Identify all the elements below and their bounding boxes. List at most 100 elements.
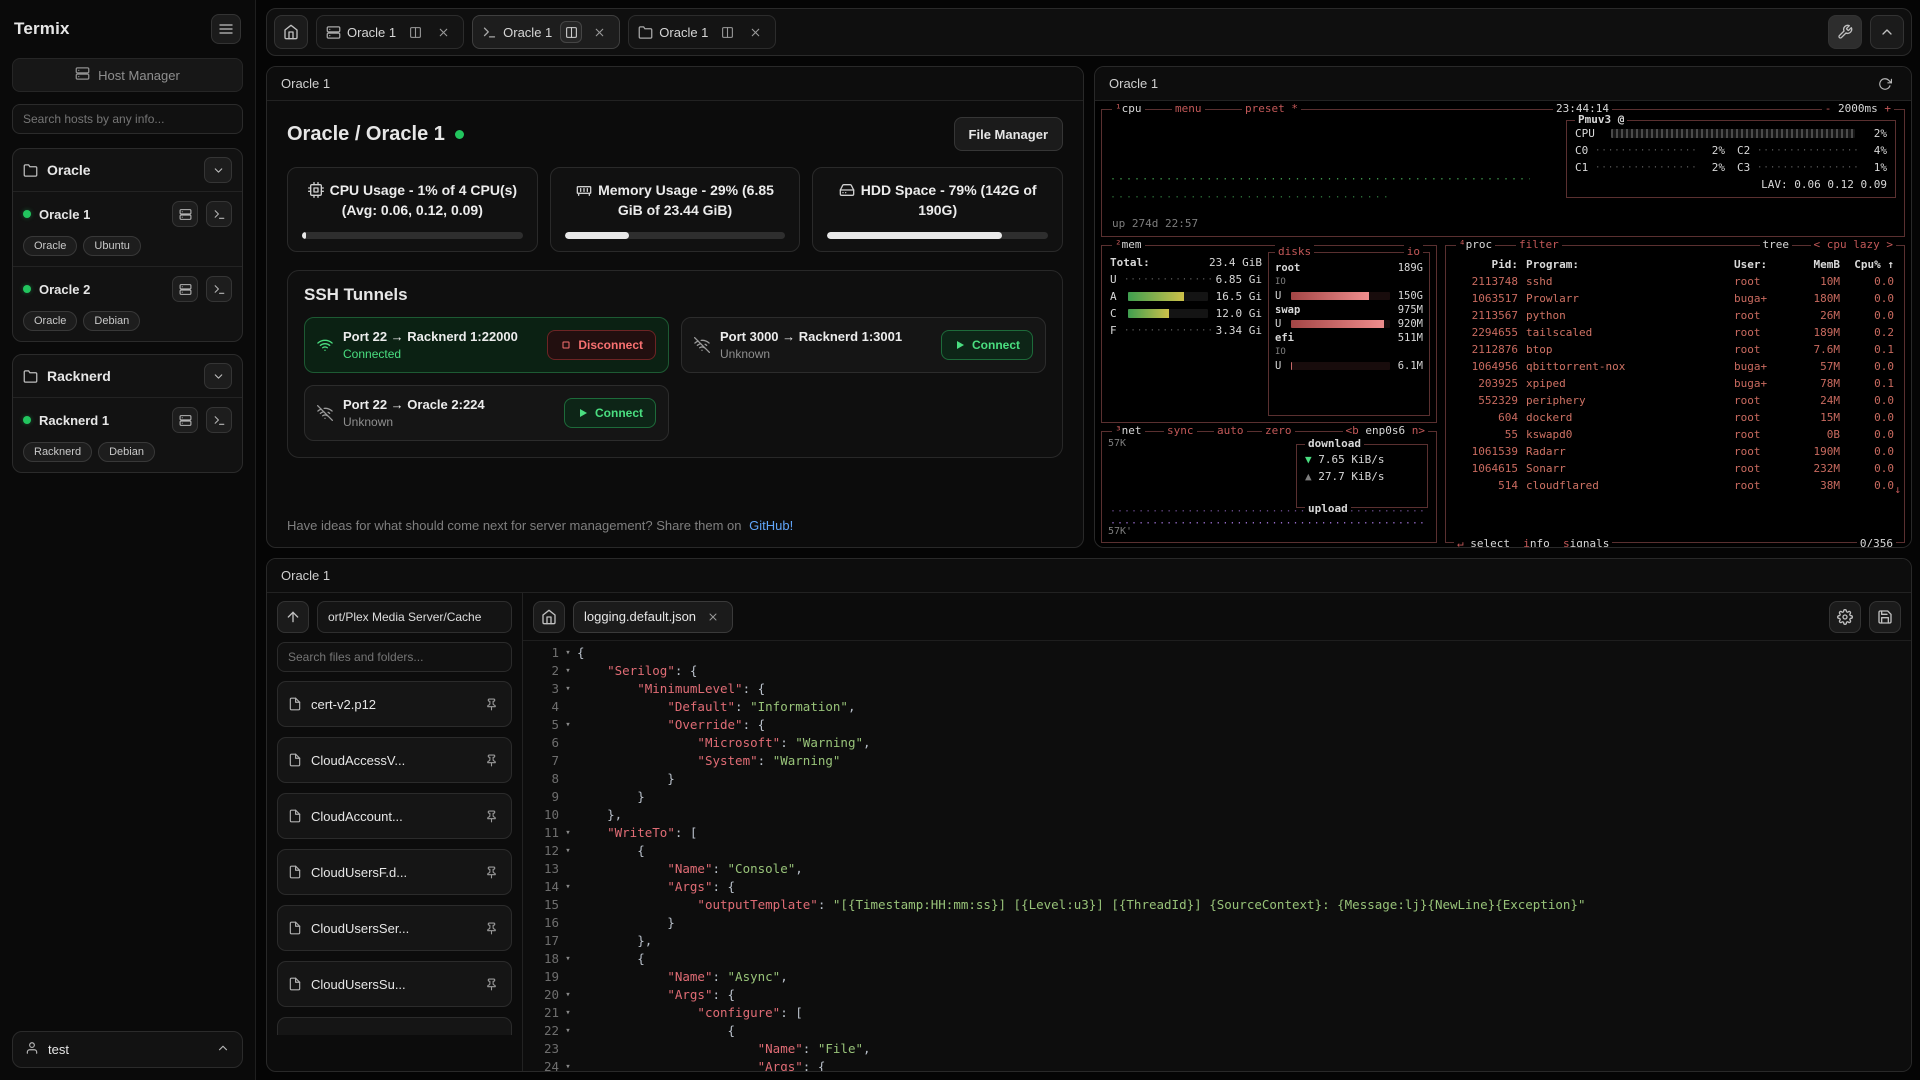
- host-racknerd-1[interactable]: Racknerd 1RacknerdDebian: [13, 397, 242, 472]
- editor-line: 6 "Microsoft": "Warning",: [523, 734, 1911, 752]
- file-cloudusersser[interactable]: CloudUsersSer...: [277, 905, 512, 951]
- pin-file-button[interactable]: [481, 750, 501, 770]
- file-item-partial[interactable]: [277, 1017, 512, 1035]
- process-row[interactable]: 2294655tailscaledroot189M0.2: [1446, 324, 1904, 341]
- fold-toggle[interactable]: ▾: [559, 1022, 577, 1040]
- file-cloudaccount[interactable]: CloudAccount...: [277, 793, 512, 839]
- file-manager-button[interactable]: File Manager: [954, 117, 1063, 151]
- download-speed: 7.65 KiB/s: [1312, 452, 1385, 468]
- collapse-group-button[interactable]: [204, 363, 232, 389]
- save-file-button[interactable]: [1869, 601, 1901, 633]
- process-row[interactable]: 552329peripheryroot24M0.0: [1446, 392, 1904, 409]
- file-name: CloudUsersF.d...: [311, 865, 407, 880]
- fold-toggle[interactable]: ▾: [559, 986, 577, 1004]
- fold-toggle[interactable]: ▾: [559, 950, 577, 968]
- path-input[interactable]: [317, 601, 512, 633]
- close-tab-button[interactable]: [432, 21, 454, 43]
- fold-toggle: [559, 896, 577, 914]
- host-search-input[interactable]: [12, 104, 243, 134]
- fold-toggle[interactable]: ▾: [559, 644, 577, 662]
- connect-tunnel-button[interactable]: Connect: [564, 398, 656, 428]
- cpu-total-meter: [1611, 129, 1855, 138]
- open-terminal-button[interactable]: [206, 201, 232, 227]
- pin-file-button[interactable]: [481, 862, 501, 882]
- host-manager-button[interactable]: Host Manager: [12, 58, 243, 92]
- close-tab-button[interactable]: [744, 21, 766, 43]
- fold-toggle[interactable]: ▾: [559, 680, 577, 698]
- split-view-button[interactable]: [404, 21, 426, 43]
- host-group-name: Racknerd: [47, 368, 195, 384]
- fold-toggle[interactable]: ▾: [559, 878, 577, 896]
- open-server-view-button[interactable]: [172, 276, 198, 302]
- fold-toggle[interactable]: ▾: [559, 842, 577, 860]
- fold-toggle[interactable]: ▾: [559, 1058, 577, 1071]
- close-editor-tab-button[interactable]: [704, 608, 722, 626]
- pin-file-button[interactable]: [481, 918, 501, 938]
- line-number: 13: [523, 860, 559, 878]
- host-tag: Oracle: [23, 236, 77, 256]
- collapse-group-button[interactable]: [204, 157, 232, 183]
- file-home-button[interactable]: [533, 601, 565, 633]
- open-terminal-button[interactable]: [206, 407, 232, 433]
- fold-toggle[interactable]: ▾: [559, 716, 577, 734]
- panel-title: Oracle 1: [281, 568, 330, 583]
- process-row[interactable]: 2112876btoproot7.6M0.1: [1446, 341, 1904, 358]
- process-row[interactable]: 604dockerdroot15M0.0: [1446, 409, 1904, 426]
- editor-line: 1▾{: [523, 644, 1911, 662]
- process-row[interactable]: 2113567pythonroot26M0.0: [1446, 307, 1904, 324]
- pin-file-button[interactable]: [481, 806, 501, 826]
- terminal-screen[interactable]: ¹cpu menu preset * 23:44:14 - 2000ms + ·…: [1095, 101, 1911, 547]
- close-tab-button[interactable]: [588, 21, 610, 43]
- host-oracle-2[interactable]: Oracle 2OracleDebian: [13, 266, 242, 341]
- sidebar-footer-test[interactable]: test: [12, 1031, 243, 1068]
- editor-tab[interactable]: logging.default.json: [573, 601, 733, 633]
- tab-3-oracle-1[interactable]: Oracle 1: [628, 15, 776, 49]
- disconnect-tunnel-button[interactable]: Disconnect: [547, 330, 656, 360]
- editor-line: 24▾ "Args": {: [523, 1058, 1911, 1071]
- editor-settings-button[interactable]: [1829, 601, 1861, 633]
- process-row[interactable]: 514cloudflaredroot38M0.0: [1446, 477, 1904, 494]
- code-editor[interactable]: 1▾{2▾ "Serilog": {3▾ "MinimumLevel": {4 …: [523, 641, 1911, 1071]
- fold-toggle[interactable]: ▾: [559, 824, 577, 842]
- file-cert-v2-p12[interactable]: cert-v2.p12: [277, 681, 512, 727]
- pin-file-button[interactable]: [481, 694, 501, 714]
- open-server-view-button[interactable]: [172, 407, 198, 433]
- open-server-view-button[interactable]: [172, 201, 198, 227]
- editor-line: 22▾ {: [523, 1022, 1911, 1040]
- process-row[interactable]: 203925xpipedbuga+78M0.1: [1446, 375, 1904, 392]
- file-cloudaccessv[interactable]: CloudAccessV...: [277, 737, 512, 783]
- process-row[interactable]: 1064956qbittorrent-noxbuga+57M0.0: [1446, 358, 1904, 375]
- file-search-input[interactable]: [277, 642, 512, 672]
- tunnel-info: Port 22 → Racknerd 1:22000Connected: [343, 329, 537, 361]
- pin-file-button[interactable]: [481, 974, 501, 994]
- split-view-button[interactable]: [716, 21, 738, 43]
- scroll-down-indicator[interactable]: ↓: [1894, 482, 1901, 498]
- home-tab-button[interactable]: [274, 15, 308, 49]
- sidebar-menu-button[interactable]: [211, 14, 241, 44]
- host-online-dot: [23, 210, 31, 218]
- pin-icon: [485, 866, 498, 879]
- file-cloudusersf-d[interactable]: CloudUsersF.d...: [277, 849, 512, 895]
- stat-progress: [827, 232, 1048, 239]
- process-row[interactable]: 2113748sshdroot10M0.0: [1446, 273, 1904, 290]
- tab-1-oracle-1[interactable]: Oracle 1: [316, 15, 464, 49]
- open-terminal-button[interactable]: [206, 276, 232, 302]
- process-row[interactable]: 1064615Sonarrroot232M0.0: [1446, 460, 1904, 477]
- home-icon: [283, 24, 299, 40]
- tab-2-oracle-1[interactable]: Oracle 1: [472, 15, 620, 49]
- fold-toggle[interactable]: ▾: [559, 1004, 577, 1022]
- tools-button[interactable]: [1828, 15, 1862, 49]
- refresh-button[interactable]: [1873, 72, 1897, 96]
- github-link[interactable]: GitHub!: [749, 518, 793, 533]
- fold-toggle[interactable]: ▾: [559, 662, 577, 680]
- host-oracle-1[interactable]: Oracle 1OracleUbuntu: [13, 191, 242, 266]
- collapse-tabbar-button[interactable]: [1870, 15, 1904, 49]
- split-view-button[interactable]: [560, 21, 582, 43]
- process-row[interactable]: 55kswapd0root0B0.0: [1446, 426, 1904, 443]
- navigate-up-button[interactable]: [277, 601, 309, 633]
- connect-tunnel-button[interactable]: Connect: [941, 330, 1033, 360]
- process-row[interactable]: 1063517Prowlarrbuga+180M0.0: [1446, 290, 1904, 307]
- file-clouduserssu[interactable]: CloudUsersSu...: [277, 961, 512, 1007]
- process-row[interactable]: 1061539Radarrroot190M0.0: [1446, 443, 1904, 460]
- editor-line: 8 }: [523, 770, 1911, 788]
